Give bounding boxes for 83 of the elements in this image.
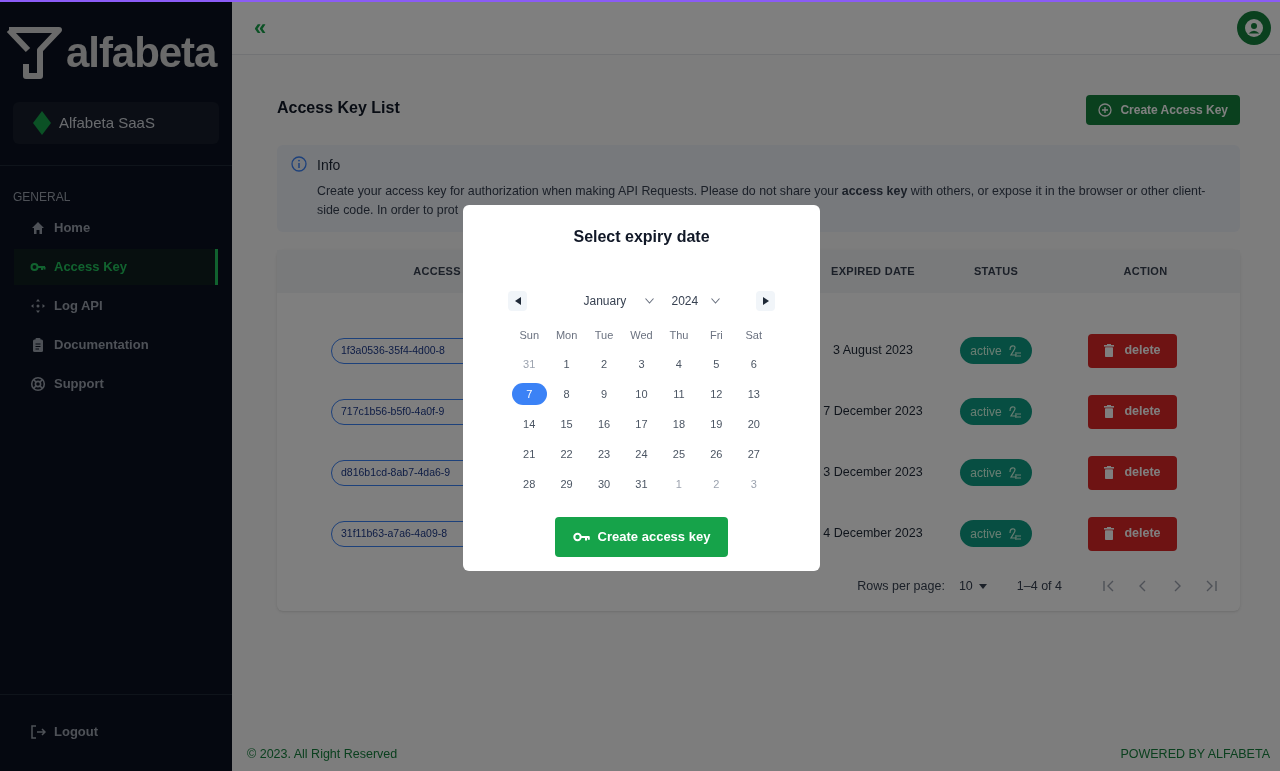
logout-icon	[30, 724, 46, 740]
account-button[interactable]	[1237, 11, 1271, 45]
calendar-day[interactable]: 10	[624, 383, 659, 405]
expired-date: 4 December 2023	[822, 525, 924, 543]
calendar-day[interactable]: 24	[624, 443, 659, 465]
plus-circle-icon	[1098, 103, 1113, 117]
calendar-day[interactable]: 5	[698, 353, 734, 375]
key-icon	[572, 532, 590, 542]
calendar-day[interactable]: 12	[698, 383, 734, 405]
left-triangle-icon	[514, 297, 521, 305]
section-label: GENERAL	[12, 189, 72, 206]
page-title: Access Key List	[277, 98, 400, 118]
calendar-day[interactable]: 30	[586, 473, 622, 495]
calendar-day[interactable]: 27	[736, 443, 772, 465]
status-badge: active	[960, 520, 1032, 547]
trash-icon	[1104, 527, 1115, 540]
calendar-day[interactable]: 2	[586, 353, 622, 375]
home-icon	[30, 220, 46, 236]
calendar-day[interactable]: 6	[736, 353, 772, 375]
weekday-label: Thu	[668, 328, 690, 344]
status-badge: active	[960, 459, 1032, 486]
calendar-day[interactable]: 15	[549, 413, 585, 435]
info-text: Create your access key for authorization when making API Requests. Please do not share your access key with others, or expose it in the browser or other client-side code. In order to prot	[317, 183, 1207, 219]
trash-icon	[1104, 466, 1115, 479]
weekday-label: Fri	[708, 328, 724, 344]
calendar-day[interactable]: 20	[736, 413, 772, 435]
next-month-button[interactable]	[756, 291, 775, 311]
column-header: ACCESS	[412, 264, 462, 280]
info-icon	[291, 156, 307, 172]
expired-date: 3 December 2023	[822, 464, 924, 482]
page-range: 1–4 of 4	[1016, 577, 1062, 595]
column-header: ACTION	[1122, 264, 1169, 280]
calendar-day[interactable]: 4	[661, 353, 697, 375]
status-badge: active	[960, 398, 1032, 425]
column-header: STATUS	[973, 264, 1019, 280]
column-header: EXPIRED DATE	[830, 264, 916, 280]
rows-per-page-select[interactable]: 10	[958, 576, 987, 596]
info-title: Info	[317, 156, 342, 175]
calendar-day[interactable]: 26	[698, 443, 734, 465]
weekday-label: Sat	[744, 328, 764, 344]
trash-icon	[1104, 344, 1115, 357]
calendar-day[interactable]: 17	[624, 413, 659, 435]
calendar-day[interactable]: 29	[549, 473, 585, 495]
rows-per-page-label: Rows per page:	[857, 577, 945, 595]
chevron-down-icon	[644, 298, 654, 304]
lifebuoy-icon	[30, 376, 46, 392]
year-select[interactable]: 2024	[671, 292, 720, 310]
calendar-day[interactable]: 7	[511, 383, 547, 405]
four-arrows-icon	[30, 298, 46, 314]
caret-icon	[978, 583, 987, 589]
logo-icon	[6, 26, 62, 80]
calendar-day[interactable]: 16	[586, 413, 622, 435]
diamond-icon	[33, 111, 51, 135]
weekday-label: Tue	[593, 328, 615, 344]
month-select[interactable]: January	[583, 292, 654, 310]
dialog-title: Select expiry date	[573, 227, 710, 247]
logo-text: alfabeta	[66, 32, 217, 74]
calendar-day[interactable]: 3	[624, 353, 659, 375]
calendar-day[interactable]: 31	[624, 473, 659, 495]
user-icon	[1244, 18, 1264, 38]
calendar-day[interactable]: 11	[661, 383, 697, 405]
weekday-label: Wed	[629, 328, 654, 344]
clipboard-icon	[30, 337, 46, 353]
right-triangle-icon	[762, 297, 769, 305]
calendar-day[interactable]: 1	[549, 353, 585, 375]
expired-date: 7 December 2023	[822, 403, 924, 421]
calendar-day[interactable]: 9	[586, 383, 622, 405]
expired-date: 3 August 2023	[832, 342, 914, 360]
calendar-day[interactable]: 8	[549, 383, 585, 405]
powered-by-text: POWERED BY ALFABETA	[1120, 746, 1270, 763]
weekday-label: Mon	[554, 328, 579, 344]
status-badge: active	[960, 337, 1032, 364]
workspace-selector[interactable]: Alfabeta SaaS	[13, 102, 219, 144]
copyright-text: © 2023. All Right Reserved	[247, 746, 398, 763]
chevron-down-icon	[710, 298, 720, 304]
calendar-day[interactable]: 25	[661, 443, 697, 465]
calendar-day[interactable]: 19	[698, 413, 734, 435]
calendar-day[interactable]: 22	[549, 443, 585, 465]
trash-icon	[1104, 405, 1115, 418]
previous-month-button[interactable]	[508, 291, 527, 311]
calendar-day[interactable]: 13	[736, 383, 772, 405]
calendar-day[interactable]: 18	[661, 413, 697, 435]
calendar-day[interactable]: 23	[586, 443, 622, 465]
